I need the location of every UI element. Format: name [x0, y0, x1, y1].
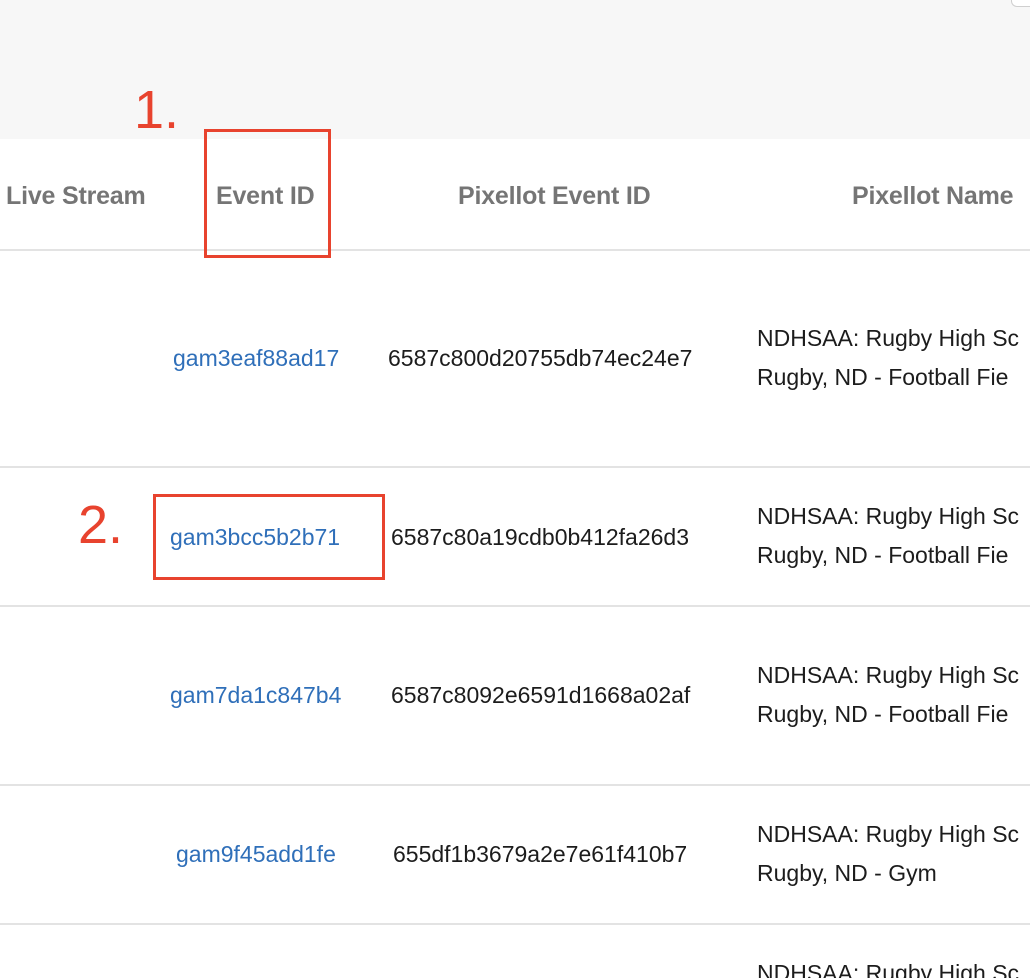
scroll-corner-indicator — [1011, 0, 1030, 7]
pixellot-name: NDHSAA: Rugby High Sc Rugby, ND - Footba… — [757, 319, 1019, 397]
pixellot-name: NDHSAA: Rugby High Sc Rugby, ND - Gym — [757, 815, 1019, 893]
pixellot-name-line1: NDHSAA: Rugby High Sc — [757, 960, 1020, 978]
pixellot-name: NDHSAA: Rugby High Sc Rugby, ND - Footba… — [757, 497, 1019, 575]
row-divider — [0, 605, 1030, 607]
pixellot-name-line1: NDHSAA: Rugby High Sc — [757, 325, 1020, 351]
pixellot-event-id: 6587c80a19cdb0b412fa26d3 — [391, 524, 690, 550]
pixellot-name-line2: Rugby, ND - Gym — [757, 860, 937, 886]
pixellot-event-id: 6587c800d20755db74ec24e7 — [388, 345, 693, 371]
annotation-step-1: 1. — [134, 80, 180, 140]
pixellot-name-line1: NDHSAA: Rugby High Sc — [757, 821, 1020, 847]
pixellot-event-id: 6587c8092e6591d1668a02af — [391, 682, 691, 708]
pixellot-name-line1: NDHSAA: Rugby High Sc — [757, 662, 1020, 688]
column-header-live-stream[interactable]: Live Stream — [6, 182, 146, 211]
row-divider — [0, 466, 1030, 468]
pixellot-event-id: 655df1b3679a2e7e61f410b7 — [393, 841, 688, 867]
pixellot-name: NDHSAA: Rugby High Sc — [757, 954, 1019, 978]
annotation-highlight-event-id-header — [204, 129, 331, 258]
pixellot-name-line2: Rugby, ND - Football Fie — [757, 542, 1009, 568]
row-divider — [0, 784, 1030, 786]
pixellot-name: NDHSAA: Rugby High Sc Rugby, ND - Footba… — [757, 656, 1019, 734]
annotation-highlight-event-id-link — [153, 494, 385, 580]
event-id-link[interactable]: gam7da1c847b4 — [170, 682, 341, 709]
pixellot-name-line2: Rugby, ND - Football Fie — [757, 364, 1009, 390]
column-header-pixellot-name[interactable]: Pixellot Name — [852, 182, 1014, 211]
column-header-pixellot-event-id[interactable]: Pixellot Event ID — [458, 182, 651, 211]
event-id-link[interactable]: gam3eaf88ad17 — [173, 345, 339, 372]
annotation-step-2: 2. — [78, 495, 124, 555]
row-divider — [0, 923, 1030, 925]
event-id-link[interactable]: gam9f45add1fe — [176, 841, 336, 868]
pixellot-name-line2: Rugby, ND - Football Fie — [757, 701, 1009, 727]
header-divider — [0, 249, 1030, 251]
pixellot-name-line1: NDHSAA: Rugby High Sc — [757, 503, 1020, 529]
